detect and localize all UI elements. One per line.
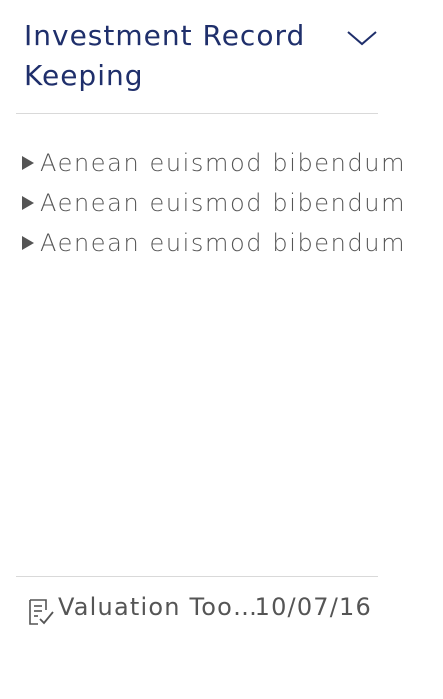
- list-item[interactable]: Aenean euismod bibendum: [16, 223, 405, 263]
- list-item-label: Aenean euismod bibendum: [40, 229, 407, 257]
- investment-card: Investment Record Keeping Aenean euismod…: [16, 0, 405, 699]
- caret-right-icon: [22, 156, 34, 170]
- list-item-label: Aenean euismod bibendum: [40, 189, 407, 217]
- caret-right-icon: [22, 196, 34, 210]
- chevron-down-icon[interactable]: [346, 24, 378, 50]
- card-title: Investment Record Keeping: [24, 19, 306, 92]
- list-item[interactable]: Aenean euismod bibendum: [16, 143, 405, 183]
- card-header: Investment Record Keeping: [16, 16, 378, 114]
- document-link[interactable]: Valuation Tool...: [58, 593, 258, 621]
- document-date: 10/07/16: [254, 593, 372, 621]
- list-item-label: Aenean euismod bibendum: [40, 149, 407, 177]
- link-list: Aenean euismod bibendum Aenean euismod b…: [16, 143, 405, 263]
- document-check-icon: [29, 599, 54, 625]
- card-footer: Valuation Tool... 10/07/16: [16, 576, 378, 642]
- caret-right-icon: [22, 236, 34, 250]
- list-item[interactable]: Aenean euismod bibendum: [16, 183, 405, 223]
